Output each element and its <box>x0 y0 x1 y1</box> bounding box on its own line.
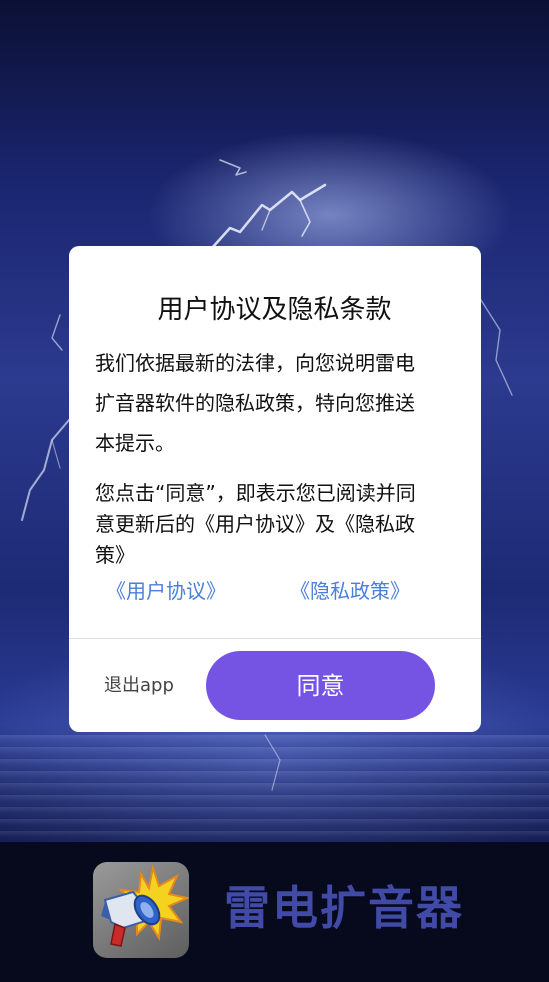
privacy-notice-line: 本提示。 <box>95 431 175 455</box>
megaphone-icon <box>93 862 189 958</box>
exit-app-button[interactable]: 退出app <box>104 673 174 699</box>
consent-line: 您点击“同意”，即表示您已阅读并同 <box>95 481 416 505</box>
dialog-title: 用户协议及隐私条款 <box>157 295 392 325</box>
megaphone-icon-graphic <box>101 864 189 947</box>
privacy-notice-line: 扩音器软件的隐私政策，特向您推送 <box>95 391 415 415</box>
privacy-policy-link[interactable]: 《隐私政策》 <box>290 575 410 607</box>
consent-line: 意更新后的《用户协议》及《隐私政 <box>95 512 415 536</box>
privacy-notice-line: 我们依据最新的法律，向您说明雷电 <box>95 351 415 375</box>
consent-text: 您点击“同意”，即表示您已阅读并同 意更新后的《用户协议》及《隐私政 策》 <box>95 478 455 571</box>
privacy-notice-text: 我们依据最新的法律，向您说明雷电 扩音器软件的隐私政策，特向您推送 本提示。 <box>95 343 455 463</box>
consent-line: 策》 <box>95 543 135 567</box>
app-name: 雷电扩音器 <box>224 881 464 935</box>
user-agreement-link[interactable]: 《用户协议》 <box>106 575 226 607</box>
agree-button[interactable]: 同意 <box>206 651 435 720</box>
dialog-divider <box>69 638 481 639</box>
